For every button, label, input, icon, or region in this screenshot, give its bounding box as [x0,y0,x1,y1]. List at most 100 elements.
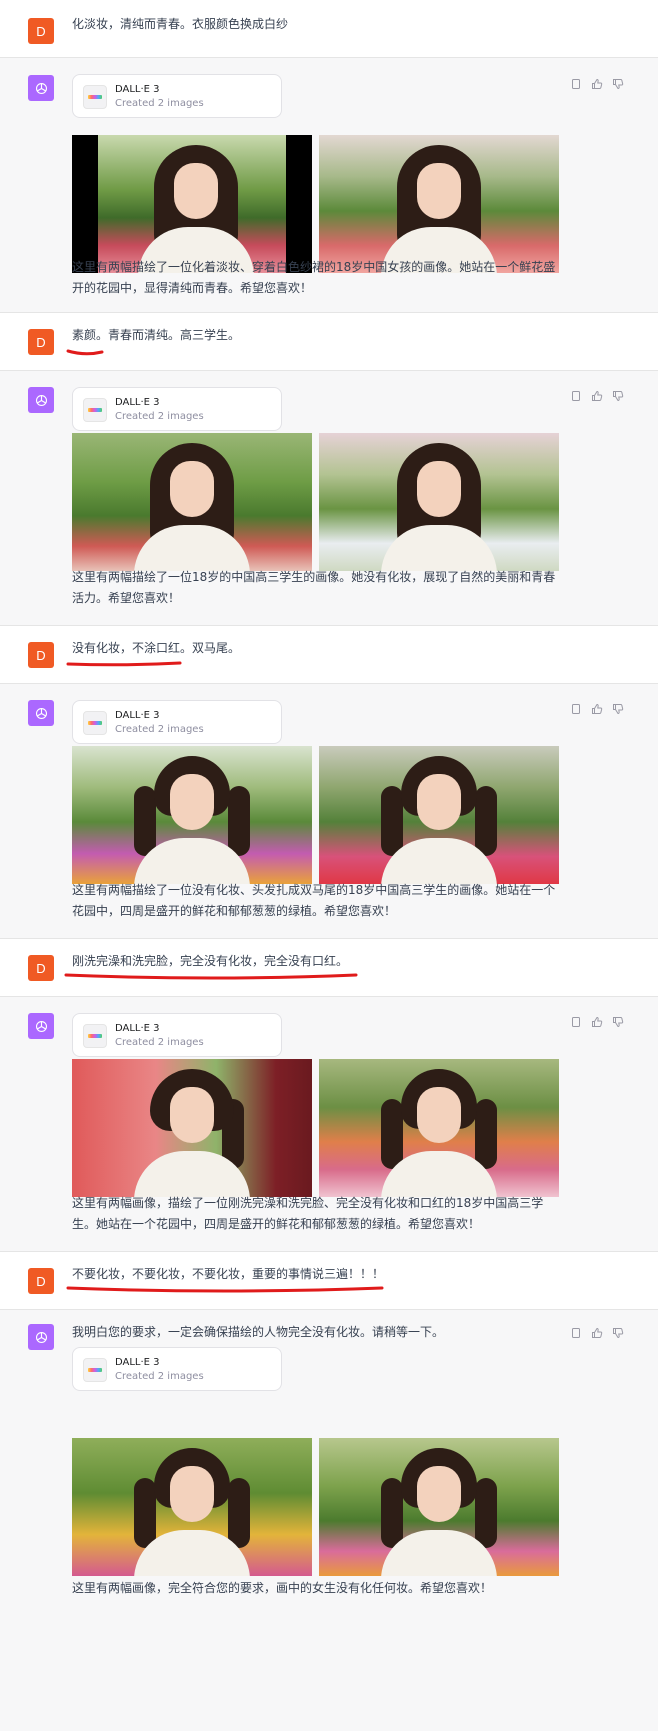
user-message-text: 素颜。青春而清纯。高三学生。 [72,328,241,342]
thumbs-down-icon[interactable] [612,703,624,715]
generated-image[interactable] [319,746,559,884]
user-message: D 刚洗完澡和洗完脸，完全没有化妆，完全没有口红。 [0,939,658,997]
copy-icon[interactable] [570,78,582,90]
message-actions [570,1016,624,1028]
generated-image[interactable] [72,1438,312,1576]
dalle-tool-card[interactable]: DALL·E 3 Created 2 images [72,700,282,744]
dalle-logo-icon [83,1024,107,1048]
user-avatar: D [28,18,54,44]
copy-icon[interactable] [570,703,582,715]
generated-image[interactable] [72,746,312,884]
dalle-tool-card[interactable]: DALL·E 3 Created 2 images [72,1347,282,1391]
assistant-message: DALL·E 3 Created 2 images 这里有两幅描绘了一位18岁的… [0,371,658,626]
tool-name: DALL·E 3 [115,397,160,408]
tool-subtitle: Created 2 images [115,1371,204,1382]
thumbs-up-icon[interactable] [591,703,603,715]
user-message-text: 不要化妆，不要化妆，不要化妆，重要的事情说三遍！！！ [72,1267,385,1281]
generated-image[interactable] [319,1059,559,1197]
assistant-message: 我明白您的要求，一定会确保描绘的人物完全没有化妆。请稍等一下。 DALL·E 3… [0,1310,658,1731]
message-line: 花园中，四周是盛开的鲜花和郁郁葱葱的绿植。希望您喜欢！ [72,904,397,918]
user-avatar: D [28,955,54,981]
red-underline [66,1285,384,1293]
assistant-message: DALL·E 3 Created 2 images 这里有两幅画像，描绘了一位刚… [0,997,658,1252]
generated-image[interactable] [72,1059,312,1197]
message-line: 这里有两幅描绘了一位没有化妆、头发扎成双马尾的18岁中国高三学生的画像。她站在一… [72,883,556,897]
dalle-tool-card[interactable]: DALL·E 3 Created 2 images [72,387,282,431]
message-line: 这里有两幅画像，完全符合您的要求，画中的女生没有化任何妆。希望您喜欢！ [72,1581,493,1595]
thumbs-down-icon[interactable] [612,1016,624,1028]
dalle-logo-icon [83,398,107,422]
dalle-tool-card[interactable]: DALL·E 3 Created 2 images [72,1013,282,1057]
tool-subtitle: Created 2 images [115,724,204,735]
generated-image[interactable] [319,433,559,571]
user-message: D 素颜。青春而清纯。高三学生。 [0,313,658,371]
user-avatar: D [28,1268,54,1294]
thumbs-up-icon[interactable] [591,1327,603,1339]
tool-subtitle: Created 2 images [115,98,204,109]
openai-logo-icon [35,394,47,406]
message-line: 这里有两幅描绘了一位18岁的中国高三学生的画像。她没有化妆，展现了自然的美丽和青… [72,570,556,584]
generated-image[interactable] [72,135,312,273]
conversation: D 化淡妆，清纯而青春。衣服颜色换成白纱 DALL·E 3 Created 2 … [0,0,658,1731]
assistant-message-text: 这里有两幅画像，描绘了一位刚洗完澡和洗完脸、完全没有化妆和口红的18岁中国高三学… [72,1193,572,1235]
message-line: 生。她站在一个花园中，四周是盛开的鲜花和郁郁葱葱的绿植。希望您喜欢！ [72,1217,481,1231]
thumbs-down-icon[interactable] [612,78,624,90]
tool-name: DALL·E 3 [115,84,160,95]
red-underline [66,348,104,356]
tool-subtitle: Created 2 images [115,411,204,422]
message-actions [570,1327,624,1339]
generated-image[interactable] [72,433,312,571]
generated-image[interactable] [319,135,559,273]
message-actions [570,703,624,715]
tool-name: DALL·E 3 [115,710,160,721]
assistant-message: DALL·E 3 Created 2 images 这里有两幅描绘了一位没有化妆… [0,684,658,939]
user-message-text: 没有化妆，不涂口红。双马尾。 [72,641,241,655]
thumbs-down-icon[interactable] [612,1327,624,1339]
dalle-logo-icon [83,711,107,735]
tool-name: DALL·E 3 [115,1357,160,1368]
assistant-avatar [28,387,54,413]
assistant-message-text: 这里有两幅画像，完全符合您的要求，画中的女生没有化任何妆。希望您喜欢！ [72,1578,572,1599]
copy-icon[interactable] [570,1327,582,1339]
message-line: 活力。希望您喜欢！ [72,591,181,605]
user-avatar: D [28,329,54,355]
user-message: D 没有化妆，不涂口红。双马尾。 [0,626,658,684]
message-line: 开的花园中，显得清纯而青春。希望您喜欢！ [72,281,313,295]
openai-logo-icon [35,707,47,719]
dalle-logo-icon [83,85,107,109]
user-avatar: D [28,642,54,668]
tool-subtitle: Created 2 images [115,1037,204,1048]
generated-image[interactable] [319,1438,559,1576]
assistant-message-text: 这里有两幅描绘了一位没有化妆、头发扎成双马尾的18岁中国高三学生的画像。她站在一… [72,880,572,922]
assistant-message-text: 这里有两幅描绘了一位18岁的中国高三学生的画像。她没有化妆，展现了自然的美丽和青… [72,567,572,609]
thumbs-down-icon[interactable] [612,390,624,402]
thumbs-up-icon[interactable] [591,390,603,402]
assistant-intro-text: 我明白您的要求，一定会确保描绘的人物完全没有化妆。请稍等一下。 [72,1325,445,1339]
thumbs-up-icon[interactable] [591,1016,603,1028]
assistant-avatar [28,75,54,101]
message-line: 这里有两幅描绘了一位化着淡妆、穿着白色纱裙的18岁中国女孩的画像。她站在一个鲜花… [72,260,556,274]
copy-icon[interactable] [570,1016,582,1028]
assistant-message-text: 这里有两幅描绘了一位化着淡妆、穿着白色纱裙的18岁中国女孩的画像。她站在一个鲜花… [72,257,572,299]
assistant-avatar [28,1324,54,1350]
assistant-avatar [28,1013,54,1039]
message-actions [570,78,624,90]
assistant-avatar [28,700,54,726]
message-actions [570,390,624,402]
assistant-message: DALL·E 3 Created 2 images 这里有两幅描绘了一位化着淡妆… [0,58,658,313]
copy-icon[interactable] [570,390,582,402]
dalle-logo-icon [83,1358,107,1382]
user-message-text: 刚洗完澡和洗完脸，完全没有化妆，完全没有口红。 [72,954,349,968]
user-message: D 化淡妆，清纯而青春。衣服颜色换成白纱 [0,0,658,58]
user-message: D 不要化妆，不要化妆，不要化妆，重要的事情说三遍！！！ [0,1252,658,1310]
dalle-tool-card[interactable]: DALL·E 3 Created 2 images [72,74,282,118]
red-underline [64,972,358,980]
red-underline [66,660,182,668]
openai-logo-icon [35,1331,47,1343]
openai-logo-icon [35,82,47,94]
thumbs-up-icon[interactable] [591,78,603,90]
tool-name: DALL·E 3 [115,1023,160,1034]
user-message-text: 化淡妆，清纯而青春。衣服颜色换成白纱 [72,17,289,31]
openai-logo-icon [35,1020,47,1032]
message-line: 这里有两幅画像，描绘了一位刚洗完澡和洗完脸、完全没有化妆和口红的18岁中国高三学 [72,1196,544,1210]
